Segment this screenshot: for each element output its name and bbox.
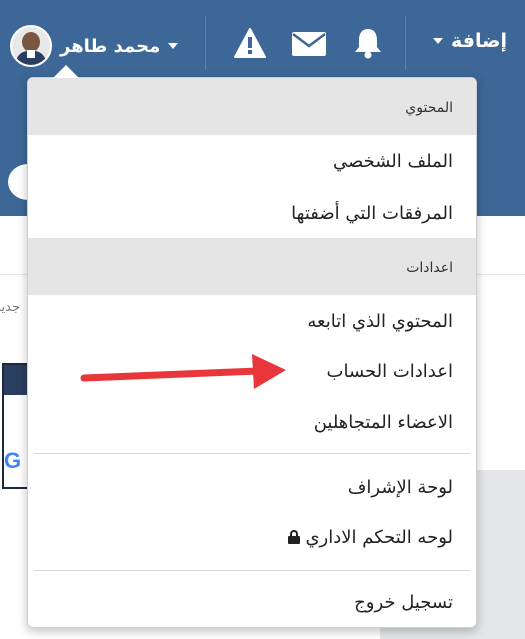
google-icon: G <box>4 448 22 473</box>
nav-divider <box>205 16 206 70</box>
menu-item-moderation-panel[interactable]: لوحة الإشراف <box>28 463 476 513</box>
menu-item-account-settings[interactable]: اعدادات الحساب <box>28 346 476 397</box>
bell-icon[interactable] <box>353 27 383 59</box>
menu-item-followed-content[interactable]: المحتوي الذي اتابعه <box>28 295 476 349</box>
menu-divider <box>34 453 470 454</box>
menu-item-ignored-members[interactable]: الاعضاء المتجاهلين <box>28 398 476 448</box>
user-menu-toggle[interactable]: محمد طاهر <box>10 25 179 67</box>
dropdown-pointer <box>53 65 79 78</box>
user-dropdown-menu: المحتوي الملف الشخصي المرفقات التي أضفته… <box>27 77 477 628</box>
section-header-settings: اعدادات <box>28 238 476 295</box>
mail-icon[interactable] <box>292 32 326 56</box>
avatar <box>10 25 52 67</box>
section-header-content: المحتوي <box>28 78 476 135</box>
new-link[interactable]: جديد <box>0 300 20 315</box>
menu-divider <box>34 570 470 571</box>
user-name: محمد طاهر <box>60 35 161 57</box>
add-label: إضافة <box>451 30 507 52</box>
menu-item-profile[interactable]: الملف الشخصي <box>28 135 476 189</box>
lock-icon <box>287 530 300 544</box>
warning-icon[interactable] <box>234 28 266 58</box>
menu-item-admin-panel[interactable]: لوحه التحكم الاداري <box>28 513 476 563</box>
nav-divider <box>405 16 406 70</box>
menu-item-logout[interactable]: تسجيل خروج <box>28 578 476 627</box>
chevron-down-icon <box>168 43 179 49</box>
add-menu-toggle[interactable]: إضافة <box>433 30 507 52</box>
admin-panel-label: لوحه التحكم الاداري <box>305 527 453 548</box>
menu-item-attachments[interactable]: المرفقات التي أضفتها <box>28 189 476 238</box>
chevron-down-icon <box>433 38 444 44</box>
